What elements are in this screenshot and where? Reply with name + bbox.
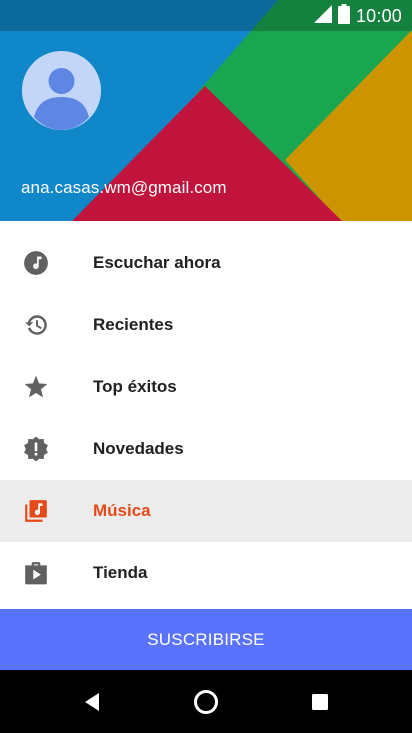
- shop-icon: [23, 560, 49, 586]
- home-icon[interactable]: [193, 689, 219, 715]
- back-icon[interactable]: [83, 692, 101, 712]
- person-icon: [22, 51, 101, 130]
- menu-item-musica[interactable]: Música: [0, 480, 412, 542]
- menu-item-tienda[interactable]: Tienda: [0, 542, 412, 604]
- subscribe-label: SUSCRIBIRSE: [147, 629, 265, 649]
- history-icon: [23, 312, 49, 338]
- signal-icon: [313, 4, 332, 28]
- menu-item-label: Música: [93, 501, 151, 520]
- subscribe-button[interactable]: SUSCRIBIRSE: [0, 609, 412, 670]
- account-email[interactable]: ana.casas.wm@gmail.com: [21, 178, 227, 198]
- recents-icon[interactable]: [311, 693, 329, 711]
- menu-item-escuchar-ahora[interactable]: Escuchar ahora: [0, 232, 412, 294]
- menu-item-label: Top éxitos: [93, 377, 177, 396]
- status-bar: 10:00: [0, 0, 412, 31]
- menu-item-novedades[interactable]: Novedades: [0, 418, 412, 480]
- battery-icon: [337, 3, 350, 29]
- avatar[interactable]: [22, 51, 101, 130]
- system-nav-bar: [0, 670, 412, 733]
- account-header: 10:00 ana.casas.wm@gmail.com: [0, 0, 412, 221]
- menu-item-recientes[interactable]: Recientes: [0, 294, 412, 356]
- music-note-icon: [23, 250, 49, 276]
- star-icon: [23, 374, 49, 400]
- menu-item-label: Tienda: [93, 563, 148, 582]
- menu-item-label: Escuchar ahora: [93, 253, 221, 272]
- status-time: 10:00: [355, 5, 402, 26]
- new-releases-icon: [23, 436, 49, 462]
- menu-item-top-exitos[interactable]: Top éxitos: [0, 356, 412, 418]
- menu-item-label: Recientes: [93, 315, 174, 334]
- navigation-menu: Escuchar ahora Recientes Top éxitos Nove…: [0, 221, 412, 604]
- menu-item-label: Novedades: [93, 439, 184, 458]
- music-library-icon: [23, 498, 49, 524]
